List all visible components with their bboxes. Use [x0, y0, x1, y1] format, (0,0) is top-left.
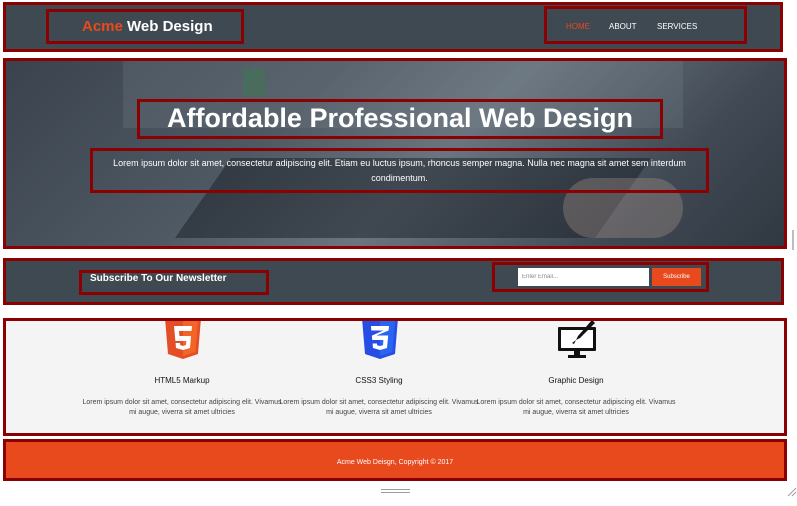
brand-highlight-frame: [46, 9, 244, 44]
hero-text-highlight-frame: [90, 148, 709, 193]
scrollbar-thumb[interactable]: [792, 230, 794, 250]
nav-highlight-frame: [544, 6, 747, 44]
resize-grip-icon[interactable]: [381, 489, 410, 495]
scrollbar-track[interactable]: [789, 0, 797, 506]
newsletter-title-highlight-frame: [79, 270, 269, 295]
corner-resize-icon[interactable]: [785, 485, 797, 497]
form-highlight-frame: [492, 262, 709, 292]
features-highlight-frame: [3, 318, 787, 436]
hero-title-highlight-frame: [137, 99, 663, 139]
footer-highlight-frame: [3, 439, 787, 481]
